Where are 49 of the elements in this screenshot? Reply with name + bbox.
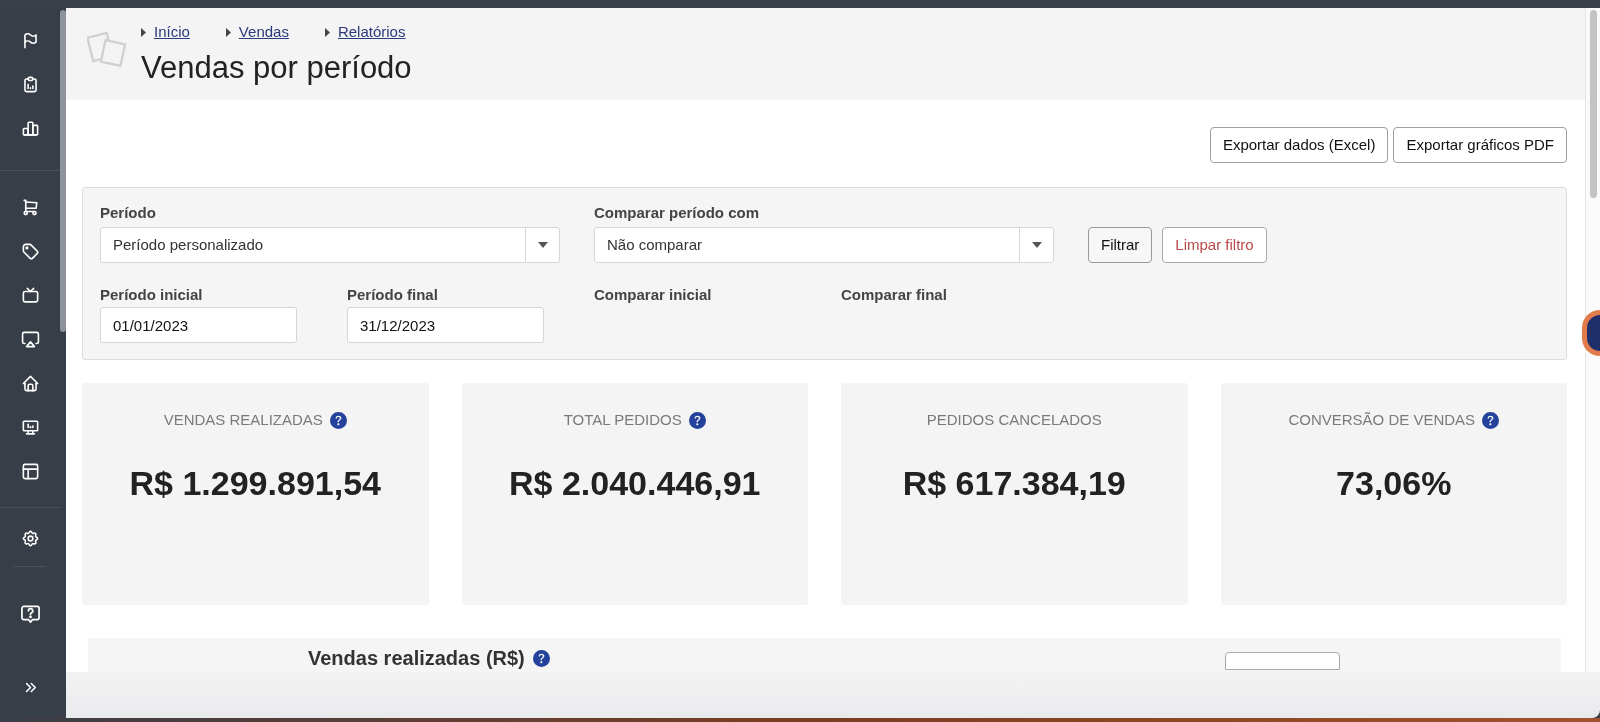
stat-value: R$ 617.384,19 xyxy=(902,463,1126,503)
tv-icon[interactable] xyxy=(20,285,40,305)
settings-icon[interactable] xyxy=(20,528,40,548)
monitor-icon[interactable] xyxy=(20,417,40,437)
help-icon[interactable] xyxy=(329,411,347,429)
field-label: Comparar período com xyxy=(594,203,761,223)
caret-right-icon xyxy=(225,27,231,37)
bar-chart-icon[interactable] xyxy=(20,118,40,138)
stat-value: R$ 1.299.891,54 xyxy=(129,463,381,503)
stat-value: R$ 2.040.446,91 xyxy=(509,463,761,503)
layout-icon[interactable] xyxy=(20,461,40,481)
overlapping-squares-icon xyxy=(87,29,129,69)
stat-value: 73,06% xyxy=(1336,463,1452,503)
stat-label: PEDIDOS CANCELADOS xyxy=(926,409,1102,430)
scrollbar[interactable] xyxy=(1589,10,1597,198)
page-title: Vendas por período xyxy=(141,49,412,87)
date-input[interactable]: 31/12/2023 xyxy=(347,307,544,343)
date-input[interactable]: 01/01/2023 xyxy=(100,307,297,343)
export-button[interactable]: Exportar gráficos PDF xyxy=(1393,127,1567,163)
field-label: Comparar final xyxy=(841,285,948,305)
dropdown-select[interactable]: Não comparar xyxy=(594,227,1054,263)
scrollbar[interactable] xyxy=(60,10,66,332)
filter-button[interactable]: Filtrar xyxy=(1088,227,1153,263)
stat-label: TOTAL PEDIDOS xyxy=(563,409,682,430)
dropdown-select[interactable]: Período personalizado xyxy=(100,227,560,263)
caret-down-icon xyxy=(537,242,548,248)
stat-label: VENDAS REALIZADAS xyxy=(163,409,323,430)
breadcrumb-link[interactable]: Relatórios xyxy=(337,22,406,42)
caret-right-icon xyxy=(141,27,146,37)
field-label: Período final xyxy=(347,285,439,305)
breadcrumb-link[interactable]: Início xyxy=(154,22,190,42)
help-icon[interactable] xyxy=(1482,411,1500,429)
clear-filter-button[interactable]: Limpar filtro xyxy=(1162,227,1267,263)
caret-right-icon xyxy=(324,27,330,37)
home-icon[interactable] xyxy=(20,373,40,393)
field-label: Período inicial xyxy=(100,285,204,305)
airplay-icon[interactable] xyxy=(20,329,40,349)
chart-title: Vendas realizadas (R$) xyxy=(308,646,525,670)
field-label: Comparar inicial xyxy=(594,285,713,305)
help-message-icon[interactable] xyxy=(20,604,40,624)
export-button[interactable]: Exportar dados (Excel) xyxy=(1209,127,1389,163)
help-icon[interactable] xyxy=(532,649,550,667)
caret-down-icon xyxy=(1031,242,1042,248)
cart-icon[interactable] xyxy=(20,197,40,217)
field-label: Período xyxy=(100,203,157,223)
breadcrumb-link[interactable]: Vendas xyxy=(238,22,289,42)
stat-label: CONVERSÃO DE VENDAS xyxy=(1288,409,1476,430)
tag-icon[interactable] xyxy=(20,241,40,261)
help-icon[interactable] xyxy=(688,411,706,429)
